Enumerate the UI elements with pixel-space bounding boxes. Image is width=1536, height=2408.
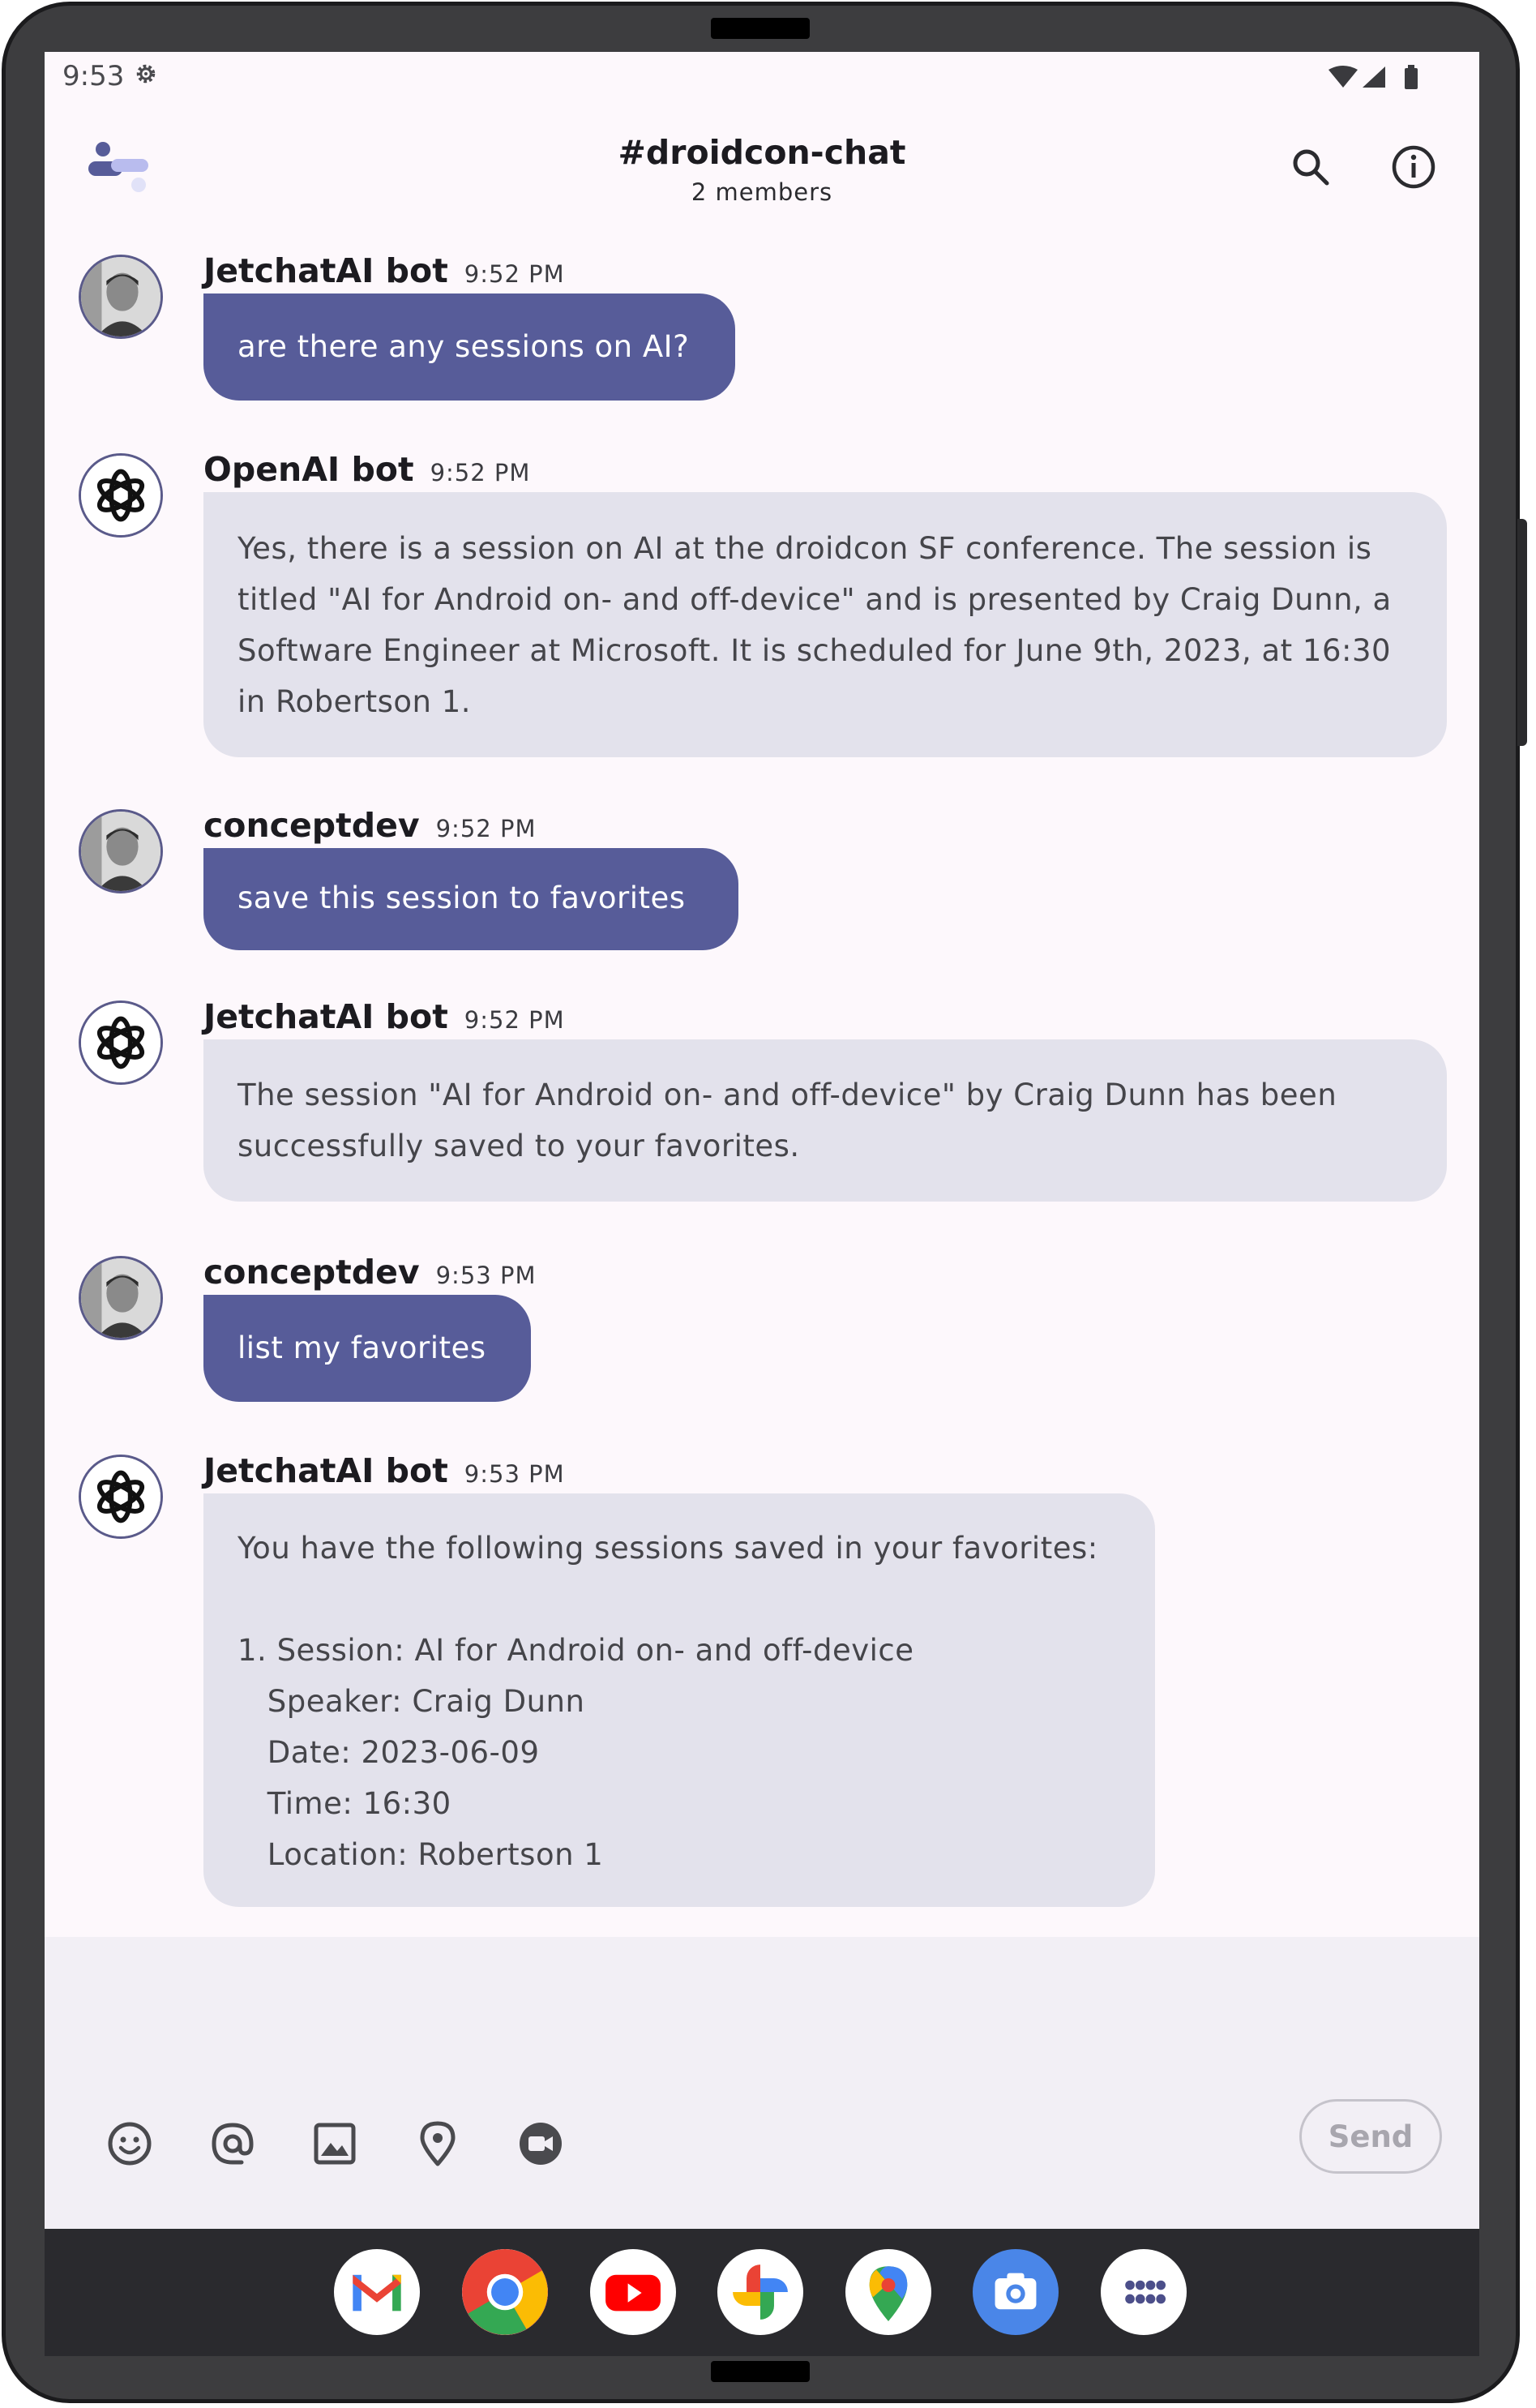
- status-bar: 9:53: [45, 52, 1479, 109]
- top-speaker: [711, 18, 810, 39]
- info-icon[interactable]: [1388, 141, 1440, 193]
- camera-icon[interactable]: [973, 2249, 1059, 2335]
- power-button: [1517, 519, 1527, 746]
- send-button[interactable]: Send: [1299, 2099, 1442, 2174]
- video-call-icon[interactable]: [512, 2115, 569, 2172]
- image-icon[interactable]: [306, 2115, 363, 2172]
- bottom-speaker: [711, 2361, 810, 2382]
- avatar[interactable]: [79, 1000, 163, 1085]
- message-timestamp: 9:53 PM: [464, 1460, 565, 1488]
- message-composer[interactable]: [45, 1937, 1479, 2229]
- person-photo-icon: [81, 812, 160, 891]
- youtube-icon[interactable]: [590, 2249, 676, 2335]
- avatar[interactable]: [79, 1455, 163, 1539]
- message-bubble[interactable]: save this session to favorites: [203, 848, 738, 950]
- message-author: conceptdev: [203, 806, 420, 845]
- person-photo-icon: [81, 1258, 160, 1338]
- battery-icon: [1405, 68, 1418, 89]
- avatar[interactable]: [79, 809, 163, 893]
- system-status-icons: [1328, 65, 1418, 89]
- avatar[interactable]: [79, 453, 163, 538]
- wifi-icon: [1328, 66, 1358, 88]
- message-timestamp: 9:52 PM: [430, 459, 531, 486]
- openai-logo-icon: [81, 1457, 160, 1536]
- message-bubble[interactable]: list my favorites: [203, 1295, 531, 1402]
- chrome-icon[interactable]: [462, 2249, 548, 2335]
- message-bubble[interactable]: You have the following sessions saved in…: [203, 1493, 1155, 1907]
- settings-gear-icon: [136, 64, 156, 84]
- message-timestamp: 9:52 PM: [464, 1006, 565, 1034]
- openai-logo-icon: [81, 1003, 160, 1082]
- message-author: JetchatAI bot: [203, 251, 448, 290]
- message-timestamp: 9:52 PM: [464, 260, 565, 288]
- person-photo-icon: [81, 257, 160, 336]
- photos-icon[interactable]: [717, 2249, 803, 2335]
- message-bubble[interactable]: The session "AI for Android on- and off-…: [203, 1039, 1447, 1202]
- app-drawer-icon[interactable]: [1101, 2249, 1187, 2335]
- status-time: 9:53: [62, 60, 125, 92]
- search-icon[interactable]: [1285, 141, 1337, 193]
- emoji-icon[interactable]: [101, 2115, 158, 2172]
- top-app-bar: #droidcon-chat 2 members: [45, 125, 1479, 230]
- message-author: OpenAI bot: [203, 450, 414, 489]
- signal-icon: [1363, 66, 1385, 88]
- message-timestamp: 9:52 PM: [435, 815, 537, 842]
- location-pin-icon[interactable]: [409, 2115, 466, 2172]
- openai-logo-icon: [81, 456, 160, 535]
- message-timestamp: 9:53 PM: [435, 1262, 537, 1289]
- app-screen: 9:53 #droidcon-chat 2 members JetchatAI …: [45, 52, 1479, 2356]
- message-author: JetchatAI bot: [203, 997, 448, 1036]
- member-count: 2 members: [691, 178, 833, 206]
- message-bubble[interactable]: Yes, there is a session on AI at the dro…: [203, 492, 1447, 757]
- message-bubble[interactable]: are there any sessions on AI?: [203, 294, 735, 401]
- maps-icon[interactable]: [845, 2249, 931, 2335]
- avatar[interactable]: [79, 1256, 163, 1340]
- message-author: JetchatAI bot: [203, 1451, 448, 1490]
- gmail-icon[interactable]: [334, 2249, 420, 2335]
- message-author: conceptdev: [203, 1253, 420, 1292]
- avatar[interactable]: [79, 255, 163, 339]
- at-sign-icon[interactable]: [204, 2115, 261, 2172]
- channel-title: #droidcon-chat: [618, 133, 906, 172]
